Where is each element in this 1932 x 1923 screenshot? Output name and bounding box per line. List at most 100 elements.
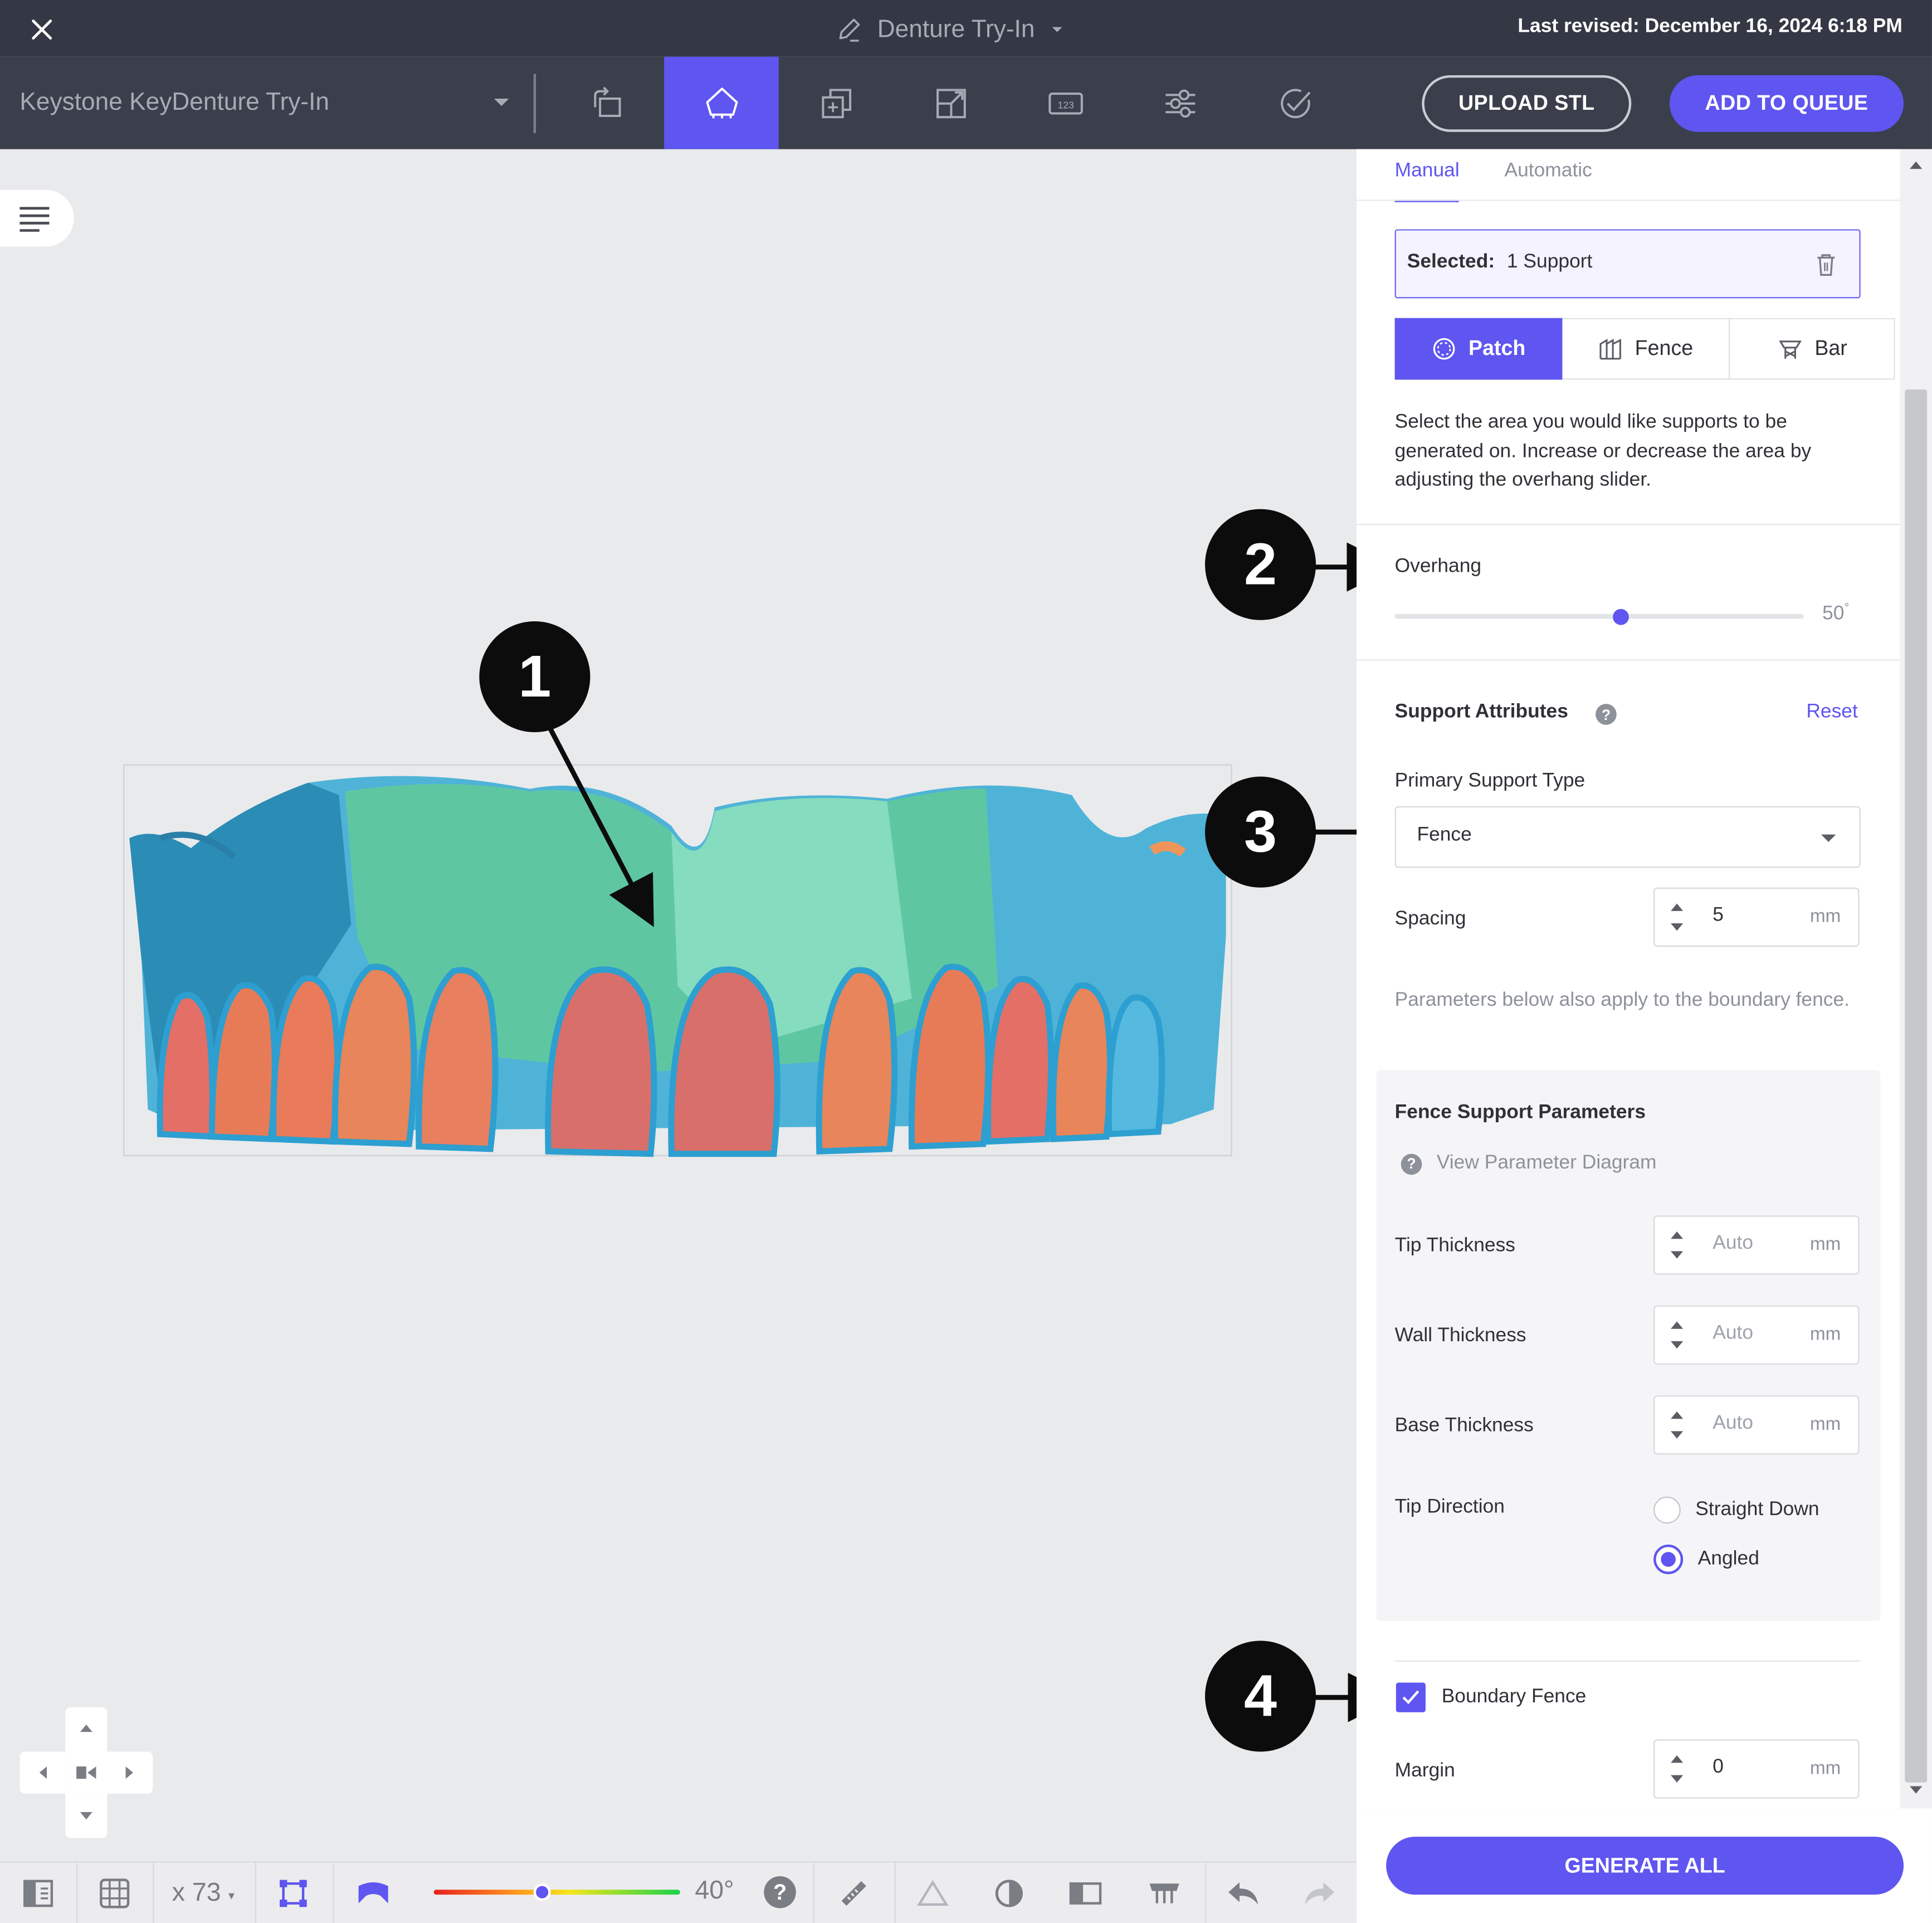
bar-icon (1778, 340, 1802, 359)
caret-down-icon (1821, 834, 1836, 842)
nav-arrows-icon (39, 1724, 133, 1820)
spacing-input[interactable]: 5 mm (1653, 887, 1860, 947)
overhang-value-number: 50 (1822, 603, 1845, 625)
margin-input[interactable]: 0 mm (1653, 1739, 1860, 1799)
view-parameter-diagram-link[interactable]: ? View Parameter Diagram (1401, 1150, 1657, 1177)
primary-support-type-value: Fence (1417, 824, 1472, 846)
callout-3: 3 (1205, 776, 1316, 888)
arrange-icon[interactable] (76, 1863, 153, 1923)
scroll-up-icon[interactable] (1909, 159, 1924, 171)
tip-direction-angled[interactable]: Angled (1653, 1544, 1759, 1576)
angle-slider[interactable] (433, 1883, 680, 1901)
radio-angled[interactable] (1653, 1544, 1684, 1574)
stepper-icon[interactable] (1667, 1750, 1686, 1787)
base-thickness-unit: mm (1809, 1414, 1841, 1435)
patch-icon (1433, 338, 1455, 360)
primary-support-type-select[interactable]: Fence (1394, 806, 1861, 868)
panel-divider (1394, 1660, 1861, 1662)
overhang-slider-track (1394, 614, 1804, 619)
margin-value: 0 (1713, 1756, 1724, 1778)
instance-count[interactable]: x 73 ▾ (153, 1863, 253, 1923)
instance-count-text: x 73 (172, 1878, 221, 1907)
patch-button[interactable]: Patch (1394, 318, 1563, 380)
panel-toggle-icon[interactable] (0, 1863, 76, 1923)
view-parameter-diagram-label: View Parameter Diagram (1436, 1152, 1657, 1174)
scroll-down-icon[interactable] (1909, 1784, 1924, 1796)
contrast-icon[interactable] (971, 1863, 1047, 1923)
fence-parameters-title: Fence Support Parameters (1394, 1102, 1646, 1123)
tab-automatic[interactable]: Automatic (1504, 160, 1592, 200)
redo-icon[interactable] (1281, 1863, 1357, 1923)
app-window: Denture Try-In Last revised: December 16… (0, 0, 1932, 1923)
tip-direction-label: Tip Direction (1394, 1496, 1505, 1518)
help-icon: ? (1401, 1153, 1422, 1175)
tab-automatic-label: Automatic (1504, 160, 1592, 182)
overhang-view-icon[interactable] (333, 1863, 414, 1923)
tip-thickness-label: Tip Thickness (1394, 1235, 1515, 1257)
tip-direction-straight-down[interactable]: Straight Down (1653, 1494, 1819, 1526)
help-icon[interactable]: ? (1596, 704, 1617, 725)
reset-link[interactable]: Reset (1806, 702, 1857, 724)
spacing-label: Spacing (1394, 908, 1466, 929)
panel-scrollbar[interactable] (1900, 149, 1932, 1809)
support-attributes-title: Support Attributes (1394, 701, 1568, 723)
radio-straight-down[interactable] (1653, 1496, 1681, 1524)
trash-icon[interactable] (1815, 253, 1837, 278)
tip-thickness-value: Auto (1713, 1233, 1754, 1254)
overhang-slider-thumb[interactable] (1612, 608, 1628, 625)
base-thickness-value: Auto (1713, 1413, 1754, 1434)
wall-thickness-label: Wall Thickness (1394, 1325, 1526, 1346)
undo-icon[interactable] (1205, 1863, 1281, 1923)
angle-slider-track (433, 1890, 680, 1895)
tip-thickness-input[interactable]: Auto mm (1653, 1215, 1860, 1275)
navigation-pad (19, 1707, 153, 1838)
overhang-label: Overhang (1394, 556, 1482, 577)
base-thickness-label: Base Thickness (1394, 1415, 1534, 1437)
caret-down-icon: ▾ (228, 1890, 235, 1903)
boundary-fence-checkbox[interactable] (1396, 1682, 1426, 1712)
tab-manual[interactable]: Manual (1394, 160, 1460, 202)
wall-thickness-input[interactable]: Auto mm (1653, 1305, 1860, 1365)
overhang-value: 50° (1822, 602, 1849, 626)
stepper-icon[interactable] (1667, 1226, 1686, 1263)
spacing-unit: mm (1809, 905, 1841, 927)
bar-button-label: Bar (1814, 336, 1847, 360)
measure-icon[interactable] (813, 1863, 895, 1923)
margin-unit: mm (1809, 1758, 1841, 1779)
overhang-slider[interactable] (1394, 608, 1804, 625)
tip-thickness-unit: mm (1809, 1234, 1841, 1255)
bar-button[interactable]: Bar (1730, 318, 1895, 380)
callout-4: 4 (1205, 1640, 1316, 1752)
fit-selection-icon[interactable] (255, 1863, 331, 1923)
help-text: Select the area you would like supports … (1394, 411, 1812, 491)
fence-icon (1599, 338, 1621, 360)
stepper-icon[interactable] (1667, 899, 1686, 936)
patch-button-label: Patch (1468, 336, 1526, 360)
scrollbar-thumb[interactable] (1905, 390, 1928, 1783)
help-icon[interactable]: ? (764, 1876, 796, 1909)
primary-support-type-label: Primary Support Type (1394, 770, 1585, 792)
warning-icon[interactable] (895, 1863, 971, 1923)
split-view-icon[interactable] (1047, 1863, 1124, 1923)
stepper-icon[interactable] (1667, 1406, 1686, 1443)
boundary-note: Parameters below also apply to the bound… (1394, 990, 1850, 1011)
angle-value: 40° (695, 1876, 734, 1905)
tab-manual-label: Manual (1394, 160, 1460, 182)
margin-label: Margin (1394, 1760, 1455, 1781)
generate-all-button[interactable]: GENERATE ALL (1386, 1837, 1904, 1895)
base-thickness-input[interactable]: Auto mm (1653, 1395, 1860, 1455)
stepper-icon[interactable] (1667, 1317, 1686, 1354)
selection-prefix: Selected: (1407, 251, 1495, 272)
tip-direction-angled-label: Angled (1697, 1548, 1759, 1570)
spacing-value: 5 (1713, 904, 1724, 926)
selection-value: 1 Support (1506, 251, 1593, 272)
angle-slider-thumb[interactable] (533, 1883, 551, 1901)
overhang-value-unit: ° (1844, 601, 1850, 615)
fence-button[interactable]: Fence (1562, 318, 1730, 380)
tip-direction-straight-down-label: Straight Down (1695, 1499, 1819, 1520)
callout-2: 2 (1205, 509, 1316, 620)
boundary-fence-label: Boundary Fence (1441, 1686, 1587, 1707)
wall-thickness-unit: mm (1809, 1323, 1841, 1345)
fence-button-label: Fence (1635, 336, 1694, 360)
platform-icon[interactable] (1124, 1863, 1205, 1923)
